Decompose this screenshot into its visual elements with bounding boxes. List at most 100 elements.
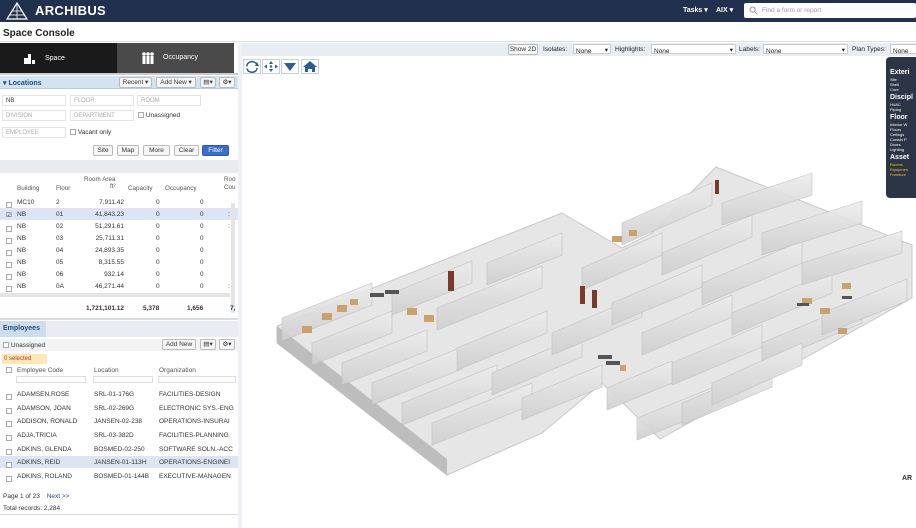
legend-furniture[interactable]: Furniture [890, 172, 916, 177]
col-capacity[interactable]: Capacity [128, 185, 153, 192]
organization-filter[interactable] [158, 376, 236, 383]
unassigned-checkbox[interactable] [138, 112, 144, 119]
archibus-logo-icon [6, 2, 28, 20]
legend-discipline[interactable]: Discipl [890, 94, 916, 102]
col-building[interactable]: Building [17, 185, 39, 192]
cell-location: BOSMED-01-144B [94, 473, 149, 480]
cell-building: NB [17, 259, 27, 266]
row-checkbox-checked[interactable]: ☑ [6, 211, 12, 219]
col-occupancy[interactable]: Occupancy [165, 185, 197, 192]
row-checkbox[interactable] [6, 435, 12, 441]
employees-export-icon[interactable]: ▤▾ [200, 339, 216, 350]
division-field[interactable]: DIVISION [2, 110, 66, 121]
employee-row[interactable]: ADKINS, GLENDA BOSMED-02-250 SOFTWARE SOLN… [0, 443, 238, 455]
legend-exterior[interactable]: Exteri [890, 69, 916, 77]
employees-unassigned-checkbox[interactable] [3, 342, 9, 349]
employee-row[interactable]: ADKINS, REID JANSEN-01-113H OPERATIONS-ENG… [0, 456, 238, 468]
locations-horizontal-scrollbar[interactable] [0, 293, 230, 297]
tab-occupancy[interactable]: Occupancy [117, 43, 234, 73]
user-menu[interactable]: AIX ▾ [716, 6, 733, 14]
employee-row[interactable]: ADAMSON, JOAN SRL-02-269G ELECTRONIC SYS.-… [0, 402, 238, 414]
cell-organization: OPERATIONS-INSURAI [159, 418, 230, 425]
employees-grid-header: Employee Code Location Organization [0, 364, 238, 383]
tasks-menu[interactable]: Tasks ▾ [683, 6, 708, 14]
cell-area: 51,291.61 [95, 223, 124, 230]
page-title: Space Console [3, 28, 75, 39]
unassigned-filter[interactable]: Unassigned [138, 112, 180, 119]
location-row[interactable]: NB 02 51,291.61 0 0: [0, 220, 238, 232]
locations-title[interactable]: ▾ Locations [3, 79, 42, 87]
employees-unassigned-label: Unassigned [10, 342, 46, 349]
location-row[interactable]: MC10 2 7,911.42 0 0 [0, 196, 238, 208]
model-tree-legend[interactable]: Exteri Site Shell Core Discipl HVAC Pipi… [886, 57, 916, 198]
floor-field[interactable]: FLOOR [70, 95, 134, 106]
more-button[interactable]: More [143, 145, 170, 156]
vacant-only-checkbox[interactable] [70, 129, 76, 136]
cell-organization: SOFTWARE SOLN.-ACC [159, 446, 233, 453]
legend-floor[interactable]: Floor [890, 114, 916, 122]
select-all-checkbox[interactable] [6, 367, 12, 374]
location-row[interactable]: NB 05 8,315.55 0 0 [0, 256, 238, 268]
employee-row[interactable]: ADKINS, ROLAND BOSMED-01-144B EXECUTIVE-MA… [0, 470, 238, 482]
department-field[interactable]: DEPARTMENT [70, 110, 134, 121]
row-checkbox[interactable] [6, 286, 12, 292]
row-checkbox[interactable] [6, 394, 12, 400]
filter-button[interactable]: Filter [202, 145, 229, 156]
vacant-only-filter[interactable]: Vacant only [70, 129, 111, 136]
employees-gear-icon[interactable]: ⚙▾ [219, 339, 235, 350]
row-checkbox[interactable] [6, 462, 12, 468]
3d-viewer[interactable]: Show 2D Isolates: None ▾ Highlights: None… [242, 43, 916, 528]
cell-occupancy: 0 [200, 259, 204, 266]
clear-button[interactable]: Clear [174, 145, 199, 156]
location-row[interactable]: NB 03 25,711.31 0 0 [0, 232, 238, 244]
col-location[interactable]: Location [94, 367, 119, 374]
location-row[interactable]: NB 06 932.14 0 0 [0, 268, 238, 280]
search-input[interactable]: Find a form or report [744, 3, 916, 18]
employee-row[interactable]: ADDISON, RONALD JANSEN-02-238 OPERATIONS-I… [0, 415, 238, 427]
location-row[interactable]: ☑ NB 01 41,843.23 0 0: [0, 208, 238, 220]
employee-row[interactable]: ADAMSEN,ROSE SRL-01-176G FACILITIES-DESIGN [0, 388, 238, 400]
cell-organization: ELECTRONIC SYS.-ENG [159, 405, 234, 412]
legend-assets[interactable]: Asset [890, 154, 916, 162]
row-checkbox[interactable] [6, 449, 12, 455]
building-field[interactable]: NB [2, 95, 66, 106]
employees-tabbar: Employees [0, 321, 238, 337]
row-checkbox[interactable] [6, 421, 12, 427]
room-field[interactable]: ROOM [137, 95, 201, 106]
building-3d-model[interactable] [242, 43, 916, 528]
tab-space[interactable]: Space [0, 43, 117, 73]
cell-organization: EXECUTIVE-MANAGEN [159, 473, 231, 480]
location-row[interactable]: NB 0A 46,271.44 0 0: [0, 280, 238, 292]
search-placeholder: Find a form or report [762, 7, 822, 14]
site-button[interactable]: Site [93, 145, 113, 156]
cell-employee-code: ADKINS, ROLAND [17, 473, 72, 480]
cell-area: 24,893.35 [95, 247, 124, 254]
legend-core[interactable]: Core [890, 87, 916, 92]
map-button[interactable]: Map [117, 145, 139, 156]
add-new-location-button[interactable]: Add New ▾ [156, 77, 196, 88]
locations-vertical-scrollbar[interactable] [231, 203, 235, 313]
legend-lighting[interactable]: Lighting [890, 147, 916, 152]
legend-piping[interactable]: Piping [890, 107, 916, 112]
add-new-employee-button[interactable]: Add New [162, 339, 196, 350]
location-filter[interactable] [93, 376, 153, 383]
recent-button[interactable]: Recent ▾ [119, 77, 152, 88]
employee-code-filter[interactable] [16, 376, 86, 383]
select-all-box[interactable] [6, 367, 12, 374]
location-row[interactable]: NB 04 24,893.35 0 0 [0, 244, 238, 256]
row-checkbox[interactable] [6, 408, 12, 414]
col-floor[interactable]: Floor [56, 185, 70, 192]
employee-row[interactable]: ADJA,TRICIA SRL-03-382D FACILITIES-PLANNIN… [0, 429, 238, 441]
employees-unassigned-filter[interactable]: Unassigned [3, 342, 45, 349]
cell-employee-code: ADDISON, RONALD [17, 418, 78, 425]
next-page-link[interactable]: Next >> [47, 493, 70, 500]
space-icon [24, 54, 35, 64]
gear-icon[interactable]: ⚙▾ [219, 77, 235, 88]
tab-employees[interactable]: Employees [0, 321, 46, 337]
col-organization[interactable]: Organization [159, 367, 196, 374]
col-room-count-label-1: Roo [224, 176, 236, 183]
row-checkbox[interactable] [6, 476, 12, 482]
col-employee-code[interactable]: Employee Code [17, 367, 63, 374]
employee-field[interactable]: EMPLOYEE [2, 127, 66, 138]
export-menu-icon[interactable]: ▤▾ [200, 77, 216, 88]
